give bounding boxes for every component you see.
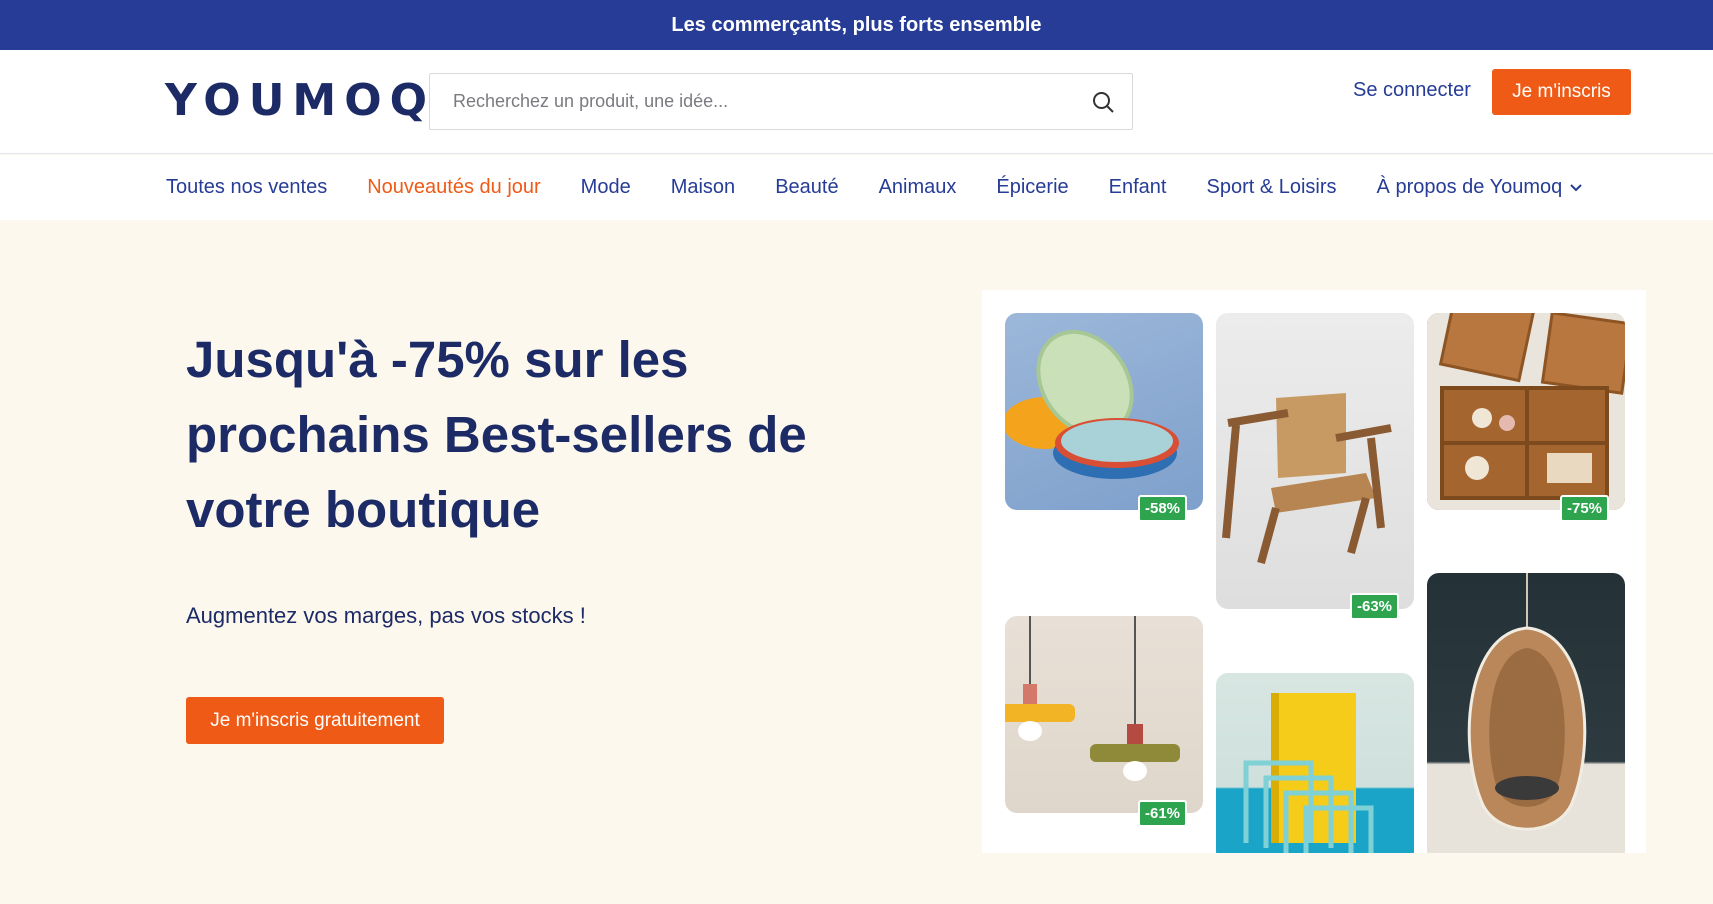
search-bar [429,73,1133,130]
nav-item-mode[interactable]: Mode [581,176,631,199]
product-image-lamps[interactable] [1005,616,1203,813]
hero-subtitle: Augmentez vos marges, pas vos stocks ! [186,603,586,628]
product-image-chair[interactable] [1216,313,1414,609]
chevron-down-icon [1570,183,1582,191]
hero-title-line: prochains Best-sellers de [186,406,807,463]
search-input[interactable] [430,74,1074,129]
discount-badge: -61% [1138,800,1188,827]
product-gallery: -58% -63% -75% -61% [982,290,1646,853]
nav-item-animaux[interactable]: Animaux [879,176,957,199]
search-icon[interactable] [1074,74,1132,129]
header: YOUMOQ Se connecter Je m'inscris [0,50,1713,154]
hero-title-line: Jusqu'à -75% sur les [186,331,689,388]
hero-title: Jusqu'à -75% sur les prochains Best-sell… [186,322,886,547]
nav-item-epicerie[interactable]: Épicerie [996,176,1068,199]
nav-item-maison[interactable]: Maison [671,176,735,199]
nav-item-toutes-nos-ventes[interactable]: Toutes nos ventes [166,176,327,199]
product-image-plates[interactable] [1005,313,1203,510]
discount-badge: -58% [1138,495,1188,522]
signup-button[interactable]: Je m'inscris [1492,69,1631,115]
category-nav: Toutes nos ventes Nouveautés du jour Mod… [0,155,1713,220]
announcement-bar: Les commerçants, plus forts ensemble [0,0,1713,50]
logo[interactable]: YOUMOQ [165,75,435,126]
nav-item-enfant[interactable]: Enfant [1109,176,1167,199]
hero-title-line: votre boutique [186,481,541,538]
discount-badge: -63% [1350,593,1400,620]
nav-item-nouveautes[interactable]: Nouveautés du jour [367,176,540,199]
nav-item-sport-loisirs[interactable]: Sport & Loisirs [1206,176,1336,199]
product-image-baskets[interactable] [1427,313,1625,510]
product-image-hanging-chair[interactable] [1427,573,1625,853]
nav-item-a-propos[interactable]: À propos de Youmoq [1377,176,1583,199]
discount-badge: -75% [1560,495,1610,522]
nav-item-beaute[interactable]: Beauté [775,176,838,199]
announcement-text: Les commerçants, plus forts ensemble [671,13,1042,36]
login-link[interactable]: Se connecter [1353,79,1471,102]
product-image-file-holder[interactable] [1216,673,1414,853]
nav-item-a-propos-label: À propos de Youmoq [1376,176,1563,198]
signup-free-button[interactable]: Je m'inscris gratuitement [186,697,444,744]
